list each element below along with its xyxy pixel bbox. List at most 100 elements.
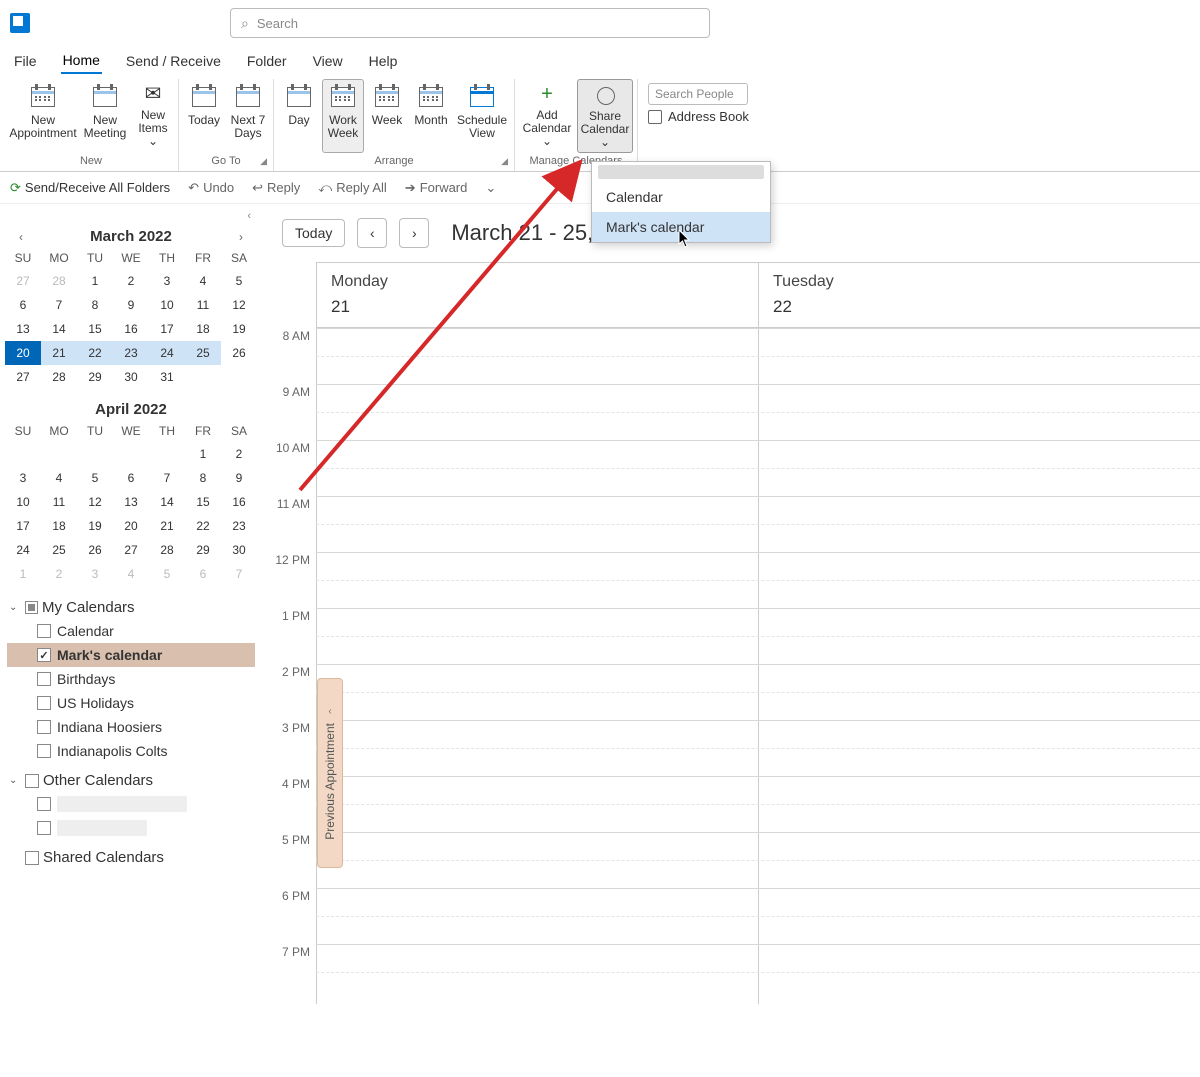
- minical-day-cell[interactable]: 9: [221, 466, 257, 490]
- minical-day-cell[interactable]: 29: [77, 365, 113, 389]
- minical-day-cell[interactable]: 18: [41, 514, 77, 538]
- minical-day-cell[interactable]: [5, 442, 41, 466]
- minical-day-cell[interactable]: 9: [113, 293, 149, 317]
- dropdown-item-redacted[interactable]: [598, 165, 764, 179]
- minical-day-cell[interactable]: 7: [149, 466, 185, 490]
- checkbox[interactable]: [25, 851, 39, 865]
- address-book-button[interactable]: Address Book: [648, 109, 749, 124]
- minical-day-cell[interactable]: 25: [41, 538, 77, 562]
- minical-day-cell[interactable]: 14: [149, 490, 185, 514]
- shared-calendars-toggle[interactable]: ⌄ Shared Calendars: [7, 846, 255, 869]
- minical-day-cell[interactable]: 19: [77, 514, 113, 538]
- tab-view[interactable]: View: [311, 49, 345, 73]
- calendar-item[interactable]: Indianapolis Colts: [7, 739, 255, 763]
- next7days-button[interactable]: Next 7 Days: [227, 79, 269, 153]
- minical-day-cell[interactable]: 24: [5, 538, 41, 562]
- minical-prev-button[interactable]: ‹: [13, 230, 29, 244]
- minical-day-cell[interactable]: 20: [5, 341, 41, 365]
- minical-day-cell[interactable]: 7: [221, 562, 257, 586]
- tab-send-receive[interactable]: Send / Receive: [124, 49, 223, 73]
- minical-day-cell[interactable]: 1: [77, 269, 113, 293]
- minical-day-cell[interactable]: 19: [221, 317, 257, 341]
- minical-day-cell[interactable]: 7: [41, 293, 77, 317]
- checkbox[interactable]: [37, 672, 51, 686]
- minical-day-cell[interactable]: 25: [185, 341, 221, 365]
- minical-day-cell[interactable]: 6: [5, 293, 41, 317]
- minical-day-cell[interactable]: 15: [185, 490, 221, 514]
- minical-day-cell[interactable]: 8: [77, 293, 113, 317]
- checkbox[interactable]: [37, 720, 51, 734]
- dialog-launcher-icon[interactable]: ◢: [260, 156, 267, 167]
- jump-today-button[interactable]: Today: [282, 219, 345, 247]
- minical-day-cell[interactable]: 31: [149, 365, 185, 389]
- minical-day-cell[interactable]: 24: [149, 341, 185, 365]
- minical-day-cell[interactable]: 21: [41, 341, 77, 365]
- calendar-item[interactable]: ✓Mark's calendar: [7, 643, 255, 667]
- checkbox[interactable]: [37, 624, 51, 638]
- new-appointment-button[interactable]: New Appointment: [8, 79, 78, 153]
- minical-day-cell[interactable]: 20: [113, 514, 149, 538]
- checkbox[interactable]: [37, 744, 51, 758]
- minical-day-cell[interactable]: 5: [77, 466, 113, 490]
- minical-day-cell[interactable]: 28: [41, 365, 77, 389]
- checkbox[interactable]: ✓: [37, 648, 51, 662]
- dialog-launcher-icon[interactable]: ◢: [501, 156, 508, 167]
- calendar-item[interactable]: US Holidays: [7, 691, 255, 715]
- checkbox[interactable]: [25, 774, 39, 788]
- calendar-item[interactable]: Calendar: [7, 619, 255, 643]
- minical-day-cell[interactable]: 5: [149, 562, 185, 586]
- share-calendar-button[interactable]: Share Calendar ⌄: [577, 79, 633, 153]
- minical-day-cell[interactable]: 21: [149, 514, 185, 538]
- minical-day-cell[interactable]: 10: [149, 293, 185, 317]
- minical-day-cell[interactable]: 2: [41, 562, 77, 586]
- calendar-grid[interactable]: 8 AM9 AM10 AM11 AM12 PM1 PM2 PM3 PM4 PM5…: [262, 328, 1200, 1004]
- minical-day-cell[interactable]: 15: [77, 317, 113, 341]
- tab-help[interactable]: Help: [367, 49, 400, 73]
- calendar-item[interactable]: Birthdays: [7, 667, 255, 691]
- minical-day-cell[interactable]: 23: [113, 341, 149, 365]
- day-view-button[interactable]: Day: [278, 79, 320, 153]
- schedule-view-button[interactable]: Schedule View: [454, 79, 510, 153]
- minical-day-cell[interactable]: 30: [221, 538, 257, 562]
- minical-day-cell[interactable]: 11: [41, 490, 77, 514]
- minical-day-cell[interactable]: 1: [185, 442, 221, 466]
- reply-button[interactable]: ↩Reply: [252, 180, 300, 196]
- new-items-button[interactable]: ✉ New Items ⌄: [132, 79, 174, 153]
- minical-day-cell[interactable]: 1: [5, 562, 41, 586]
- minical-day-cell[interactable]: 28: [149, 538, 185, 562]
- minical-day-cell[interactable]: [185, 365, 221, 389]
- minical-day-cell[interactable]: 12: [77, 490, 113, 514]
- day-column-tuesday[interactable]: [758, 328, 1200, 1004]
- prev-week-button[interactable]: ‹: [357, 218, 387, 248]
- search-input[interactable]: ⌕ Search: [230, 8, 710, 38]
- tab-home[interactable]: Home: [61, 48, 102, 74]
- minical-day-cell[interactable]: 6: [113, 466, 149, 490]
- calendar-item-redacted[interactable]: [7, 816, 255, 840]
- minical-day-cell[interactable]: 13: [113, 490, 149, 514]
- minical-day-cell[interactable]: 16: [221, 490, 257, 514]
- minical-day-cell[interactable]: 26: [221, 341, 257, 365]
- day-column-monday[interactable]: [316, 328, 758, 1004]
- minical-day-cell[interactable]: 27: [5, 365, 41, 389]
- minical-day-cell[interactable]: 2: [113, 269, 149, 293]
- event-area[interactable]: [316, 328, 1200, 1004]
- day-header-tuesday[interactable]: Tuesday 22: [758, 263, 1200, 327]
- minical-day-cell[interactable]: 13: [5, 317, 41, 341]
- day-header-monday[interactable]: Monday 21: [316, 263, 758, 327]
- week-view-button[interactable]: Week: [366, 79, 408, 153]
- minical-day-cell[interactable]: 4: [113, 562, 149, 586]
- minical-day-cell[interactable]: 18: [185, 317, 221, 341]
- send-receive-all-button[interactable]: ⟳ Send/Receive All Folders: [10, 180, 170, 196]
- checkbox[interactable]: [37, 821, 51, 835]
- minical-day-cell[interactable]: 29: [185, 538, 221, 562]
- other-calendars-toggle[interactable]: ⌄ Other Calendars: [7, 769, 255, 792]
- previous-appointment-tab[interactable]: ‹ Previous Appointment: [317, 678, 343, 868]
- minical-day-cell[interactable]: 17: [149, 317, 185, 341]
- work-week-view-button[interactable]: Work Week: [322, 79, 364, 153]
- more-actions-button[interactable]: ⌄: [485, 180, 496, 196]
- minical-day-cell[interactable]: 6: [185, 562, 221, 586]
- my-calendars-toggle[interactable]: ⌄ My Calendars: [7, 596, 255, 619]
- calendar-item-redacted[interactable]: [7, 792, 255, 816]
- new-meeting-button[interactable]: New Meeting: [80, 79, 130, 153]
- minical-day-cell[interactable]: 4: [41, 466, 77, 490]
